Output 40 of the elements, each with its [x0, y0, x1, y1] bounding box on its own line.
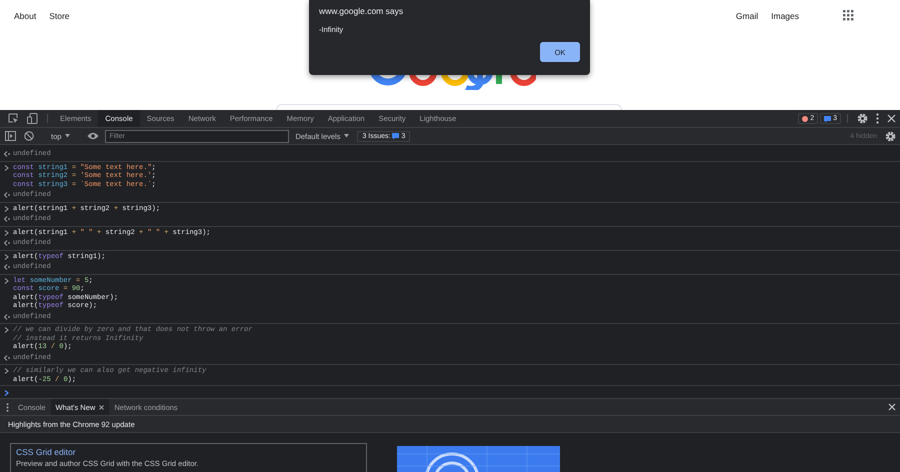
chevron-icon [4, 327, 9, 334]
caret-icon [344, 134, 350, 138]
chevron-icon [4, 368, 9, 374]
return-arrow-icon [4, 151, 10, 158]
return-arrow-icon [4, 192, 10, 198]
nav-link[interactable]: Images [771, 10, 799, 20]
return-arrow-icon [4, 240, 10, 246]
nav-link[interactable]: About [14, 10, 36, 20]
chevron-icon [4, 230, 9, 236]
error-icon [802, 116, 808, 122]
more-options-icon[interactable] [6, 402, 9, 412]
return-arrow-icon [4, 354, 10, 361]
message-icon [392, 133, 400, 139]
apps-grid-icon[interactable] [843, 10, 854, 21]
nav-link[interactable]: Gmail [736, 10, 758, 20]
dialog-title: www.google.com says [319, 6, 404, 17]
feature-link[interactable]: CSS Grid editor [16, 447, 361, 457]
settings-icon[interactable] [857, 113, 868, 124]
settings-icon[interactable] [885, 130, 896, 142]
search-field[interactable] [276, 104, 622, 110]
clear-icon[interactable] [24, 131, 34, 141]
nav-link[interactable]: Store [49, 10, 70, 20]
prompt-icon [4, 390, 9, 396]
close-icon[interactable] [99, 404, 104, 410]
device-icon[interactable] [27, 113, 38, 124]
caret-icon [65, 134, 70, 138]
chevron-icon [4, 278, 9, 284]
return-arrow-icon [4, 264, 10, 270]
message-icon [824, 116, 832, 122]
sidebar-icon[interactable] [5, 131, 16, 141]
more-options-icon[interactable] [876, 113, 879, 124]
return-arrow-icon [4, 216, 10, 222]
close-icon[interactable] [887, 114, 896, 123]
chevron-icon [4, 254, 9, 260]
chevron-icon [4, 206, 9, 212]
return-arrow-icon [4, 314, 10, 320]
inspect-icon[interactable] [8, 113, 19, 124]
close-icon[interactable] [888, 403, 896, 411]
eye-icon[interactable] [87, 132, 100, 140]
chevron-icon [4, 164, 9, 171]
